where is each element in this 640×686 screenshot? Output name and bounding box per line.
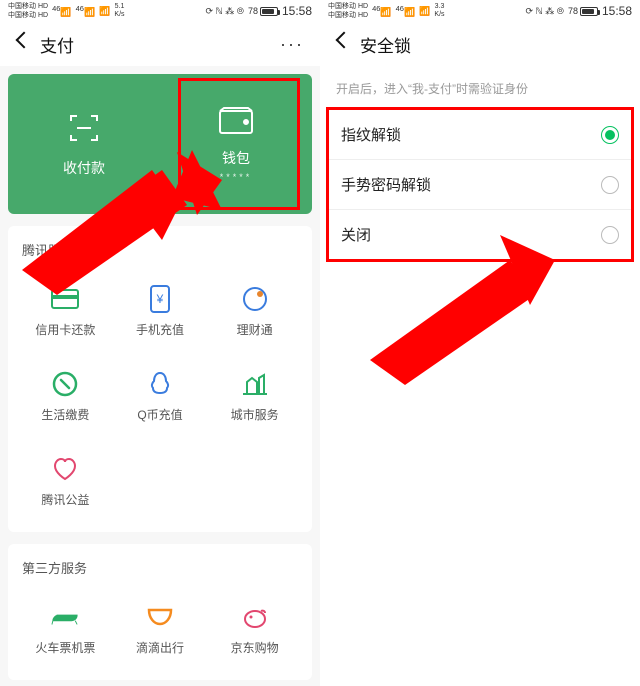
credit-card-icon	[51, 285, 79, 313]
chevron-left-icon	[14, 34, 26, 54]
status-icons: ⟳ ℕ ⁂ ⦾	[206, 6, 244, 17]
back-button[interactable]	[330, 34, 350, 54]
radio-icon	[601, 226, 619, 244]
service-grid: 信用卡还款 ¥ 手机充值 理财通 生活缴费 Q币充值 城市服务	[18, 271, 302, 526]
left-screen: 中国移动 HD 中国移动 HD 46📶 46📶 📶 5.1 K/s ⟳ ℕ ⁂ …	[0, 0, 320, 686]
clock: 15:58	[282, 4, 312, 18]
net-speed: 3.3 K/s	[434, 3, 444, 19]
page-title: 支付	[40, 32, 270, 57]
service-credit[interactable]: 信用卡还款	[18, 271, 113, 356]
signal-icon: 46📶	[76, 4, 96, 18]
hero-pay-label: 收付款	[63, 158, 105, 178]
jd-icon	[241, 603, 269, 631]
section-title: 腾讯服务	[18, 240, 302, 259]
train-icon	[51, 603, 79, 631]
service-train[interactable]: 火车票机票	[18, 589, 113, 674]
service-wealth[interactable]: 理财通	[207, 271, 302, 356]
option-fingerprint[interactable]: 指纹解锁	[329, 110, 631, 160]
service-bill[interactable]: 生活缴费	[18, 356, 113, 441]
battery-indicator: 78	[568, 6, 598, 16]
right-screen: 中国移动 HD 中国移动 HD 46📶 46📶 📶 3.3 K/s ⟳ ℕ ⁂ …	[320, 0, 640, 686]
penguin-icon	[146, 370, 174, 398]
section-title: 第三方服务	[18, 558, 302, 577]
service-jd[interactable]: 京东购物	[207, 589, 302, 674]
wifi-icon: 📶	[419, 6, 430, 17]
options-list: 指纹解锁 手势密码解锁 关闭	[326, 107, 634, 262]
signal-icon: 46📶	[372, 4, 392, 18]
bill-icon	[51, 370, 79, 398]
signal-icon: 46📶	[52, 4, 72, 18]
status-bar: 中国移动 HD 中国移动 HD 46📶 46📶 📶 3.3 K/s ⟳ ℕ ⁂ …	[320, 0, 640, 22]
svg-text:¥: ¥	[156, 292, 164, 306]
back-button[interactable]	[10, 34, 30, 54]
hero-panel: 收付款 钱包 *****	[8, 74, 312, 214]
battery-indicator: 78	[248, 6, 278, 16]
service-qcoin[interactable]: Q币充值	[113, 356, 208, 441]
phone-topup-icon: ¥	[146, 285, 174, 313]
page-title: 安全锁	[360, 32, 630, 57]
hero-wallet-balance: *****	[220, 172, 253, 182]
service-charity[interactable]: 腾讯公益	[18, 441, 113, 526]
tencent-services-card: 腾讯服务 信用卡还款 ¥ 手机充值 理财通 生活缴费 Q币充值	[8, 226, 312, 532]
status-bar: 中国移动 HD 中国移动 HD 46📶 46📶 📶 5.1 K/s ⟳ ℕ ⁂ …	[0, 0, 320, 22]
radio-selected-icon	[601, 126, 619, 144]
status-icons: ⟳ ℕ ⁂ ⦾	[526, 6, 564, 17]
clock: 15:58	[602, 4, 632, 18]
carrier-label: 中国移动 HD 中国移动 HD	[8, 2, 48, 20]
option-gesture[interactable]: 手势密码解锁	[329, 160, 631, 210]
wealth-icon	[241, 285, 269, 313]
title-bar: 安全锁	[320, 22, 640, 66]
scan-icon	[67, 111, 101, 148]
service-city[interactable]: 城市服务	[207, 356, 302, 441]
hint-text: 开启后，进入“我-支付”时需验证身份	[320, 66, 640, 107]
service-topup[interactable]: ¥ 手机充值	[113, 271, 208, 356]
more-button[interactable]: ···	[280, 34, 310, 55]
hero-wallet[interactable]: 钱包 *****	[160, 74, 312, 214]
title-bar: 支付 ···	[0, 22, 320, 66]
signal-icon: 46📶	[396, 4, 416, 18]
thirdparty-card: 第三方服务 火车票机票 滴滴出行 京东购物	[8, 544, 312, 680]
hero-wallet-label: 钱包	[222, 148, 250, 168]
city-icon	[241, 370, 269, 398]
wallet-icon	[218, 107, 254, 138]
net-speed: 5.1 K/s	[114, 3, 124, 19]
carrier-label: 中国移动 HD 中国移动 HD	[328, 2, 368, 20]
didi-icon	[146, 603, 174, 631]
hero-pay[interactable]: 收付款	[8, 74, 160, 214]
radio-icon	[601, 176, 619, 194]
service-didi[interactable]: 滴滴出行	[113, 589, 208, 674]
chevron-left-icon	[334, 34, 346, 54]
heart-icon	[51, 455, 79, 483]
option-off[interactable]: 关闭	[329, 210, 631, 259]
service-grid: 火车票机票 滴滴出行 京东购物	[18, 589, 302, 674]
wifi-icon: 📶	[99, 6, 110, 17]
